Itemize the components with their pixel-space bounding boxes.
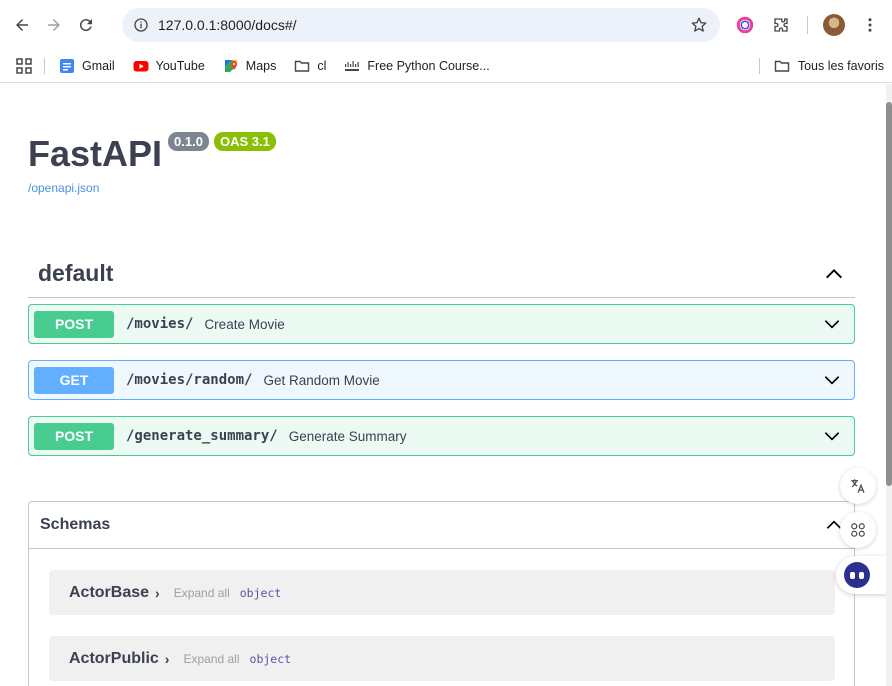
bookmark-folder-cl[interactable]: cl bbox=[294, 58, 326, 74]
bookmark-label: cl bbox=[317, 59, 327, 73]
method-badge: POST bbox=[34, 422, 114, 450]
back-button[interactable] bbox=[6, 9, 38, 41]
chevron-right-icon[interactable]: › bbox=[165, 651, 170, 667]
page-title: FastAPI bbox=[28, 133, 163, 174]
reload-icon bbox=[79, 19, 92, 32]
arrow-right-icon bbox=[48, 19, 60, 31]
folder-icon bbox=[295, 60, 310, 72]
arrow-left-icon bbox=[16, 19, 28, 31]
expand-all-link[interactable]: Expand all bbox=[174, 586, 230, 600]
bookmark-label: YouTube bbox=[155, 59, 205, 73]
schemas-header[interactable]: Schemas bbox=[29, 502, 854, 549]
chevron-up-icon[interactable] bbox=[823, 263, 845, 285]
four-circles-icon bbox=[851, 523, 865, 537]
operation-path: /movies/random/ bbox=[126, 372, 253, 388]
avatar bbox=[823, 14, 845, 36]
chevron-right-icon[interactable]: › bbox=[155, 585, 160, 601]
api-info: FastAPI 0.1.0 OAS 3.1 bbox=[28, 132, 276, 172]
bookmark-label: Gmail bbox=[82, 59, 115, 73]
address-bar[interactable]: 127.0.0.1:8000/docs#/ bbox=[122, 8, 720, 42]
kebab-menu-icon bbox=[868, 18, 872, 32]
reload-button[interactable] bbox=[70, 9, 102, 41]
operation-path: /movies/ bbox=[126, 316, 194, 332]
operation-get-random-movie[interactable]: GET /movies/random/ Get Random Movie bbox=[28, 360, 855, 400]
schemas-section: Schemas ActorBase › Expand all object Ac… bbox=[28, 501, 855, 686]
chevron-down-icon[interactable] bbox=[822, 426, 842, 446]
profile-button[interactable] bbox=[818, 9, 850, 41]
youtube-icon bbox=[133, 61, 149, 72]
operation-create-movie[interactable]: POST /movies/ Create Movie bbox=[28, 304, 855, 344]
apps-button[interactable] bbox=[16, 58, 32, 74]
colorful-extension-icon[interactable] bbox=[729, 9, 761, 41]
expand-all-link[interactable]: Expand all bbox=[183, 652, 239, 666]
cisco-icon bbox=[345, 61, 360, 71]
all-bookmarks-label: Tous les favoris bbox=[797, 59, 884, 73]
all-bookmarks-button[interactable]: Tous les favoris bbox=[758, 58, 884, 74]
folder-icon bbox=[774, 60, 790, 72]
operation-generate-summary[interactable]: POST /generate_summary/ Generate Summary bbox=[28, 416, 855, 456]
oas-badge: OAS 3.1 bbox=[213, 132, 276, 151]
maps-icon bbox=[224, 60, 237, 72]
version-badge: 0.1.0 bbox=[168, 132, 209, 151]
tag-section-default: default POST /movies/ Create Movie GET /… bbox=[28, 250, 855, 472]
bookmark-python-course[interactable]: Free Python Course... bbox=[344, 58, 490, 74]
bookmark-gmail[interactable]: Gmail bbox=[59, 58, 115, 74]
forward-button[interactable] bbox=[38, 9, 70, 41]
bookmark-maps[interactable]: Maps bbox=[223, 58, 277, 74]
model-name[interactable]: ActorBase bbox=[69, 584, 149, 602]
bookmark-youtube[interactable]: YouTube bbox=[133, 58, 205, 74]
method-badge: POST bbox=[34, 310, 114, 338]
scrollbar-thumb[interactable] bbox=[886, 102, 892, 486]
translate-button[interactable] bbox=[840, 468, 876, 504]
operation-summary: Get Random Movie bbox=[263, 372, 380, 388]
model-name[interactable]: ActorPublic bbox=[69, 650, 159, 668]
assistant-button[interactable] bbox=[836, 556, 888, 594]
url-text[interactable]: 127.0.0.1:8000/docs#/ bbox=[158, 17, 297, 33]
bookmarks-divider bbox=[758, 58, 760, 74]
openapi-json-link[interactable]: /openapi.json bbox=[28, 181, 99, 195]
method-badge: GET bbox=[34, 366, 114, 394]
bookmark-label: Maps bbox=[245, 59, 277, 73]
tag-name: default bbox=[38, 260, 114, 286]
toolbar-divider bbox=[807, 16, 808, 34]
apps-grid-icon bbox=[16, 58, 32, 74]
floating-widgets bbox=[836, 468, 892, 594]
site-info-icon[interactable] bbox=[124, 8, 158, 42]
chevron-down-icon[interactable] bbox=[822, 314, 842, 334]
schemas-title: Schemas bbox=[40, 516, 111, 533]
bookmarks-bar: Gmail YouTube Maps cl Free Python Course… bbox=[0, 50, 892, 83]
bookmark-label: Free Python Course... bbox=[367, 59, 490, 73]
page-scrollbar[interactable] bbox=[886, 84, 892, 686]
bookmarks-divider bbox=[44, 58, 45, 74]
gmail-icon bbox=[60, 59, 74, 73]
model-actor-base[interactable]: ActorBase › Expand all object bbox=[49, 570, 835, 615]
model-type: object bbox=[239, 585, 282, 600]
swagger-page: FastAPI 0.1.0 OAS 3.1 /openapi.json defa… bbox=[0, 84, 886, 686]
model-actor-public[interactable]: ActorPublic › Expand all object bbox=[49, 636, 835, 681]
model-type: object bbox=[249, 651, 292, 666]
operation-summary: Generate Summary bbox=[288, 428, 407, 444]
translate-icon bbox=[851, 479, 865, 493]
chevron-down-icon[interactable] bbox=[822, 370, 842, 390]
menu-button[interactable] bbox=[854, 9, 886, 41]
assistant-face-icon bbox=[844, 562, 870, 588]
tag-header[interactable]: default bbox=[28, 250, 855, 298]
apps-widget-button[interactable] bbox=[840, 512, 876, 548]
operation-summary: Create Movie bbox=[204, 316, 285, 332]
extensions-puzzle-icon[interactable] bbox=[765, 9, 797, 41]
operation-path: /generate_summary/ bbox=[126, 428, 278, 444]
bookmark-star-icon[interactable] bbox=[690, 16, 708, 34]
browser-toolbar: 127.0.0.1:8000/docs#/ bbox=[0, 0, 892, 50]
